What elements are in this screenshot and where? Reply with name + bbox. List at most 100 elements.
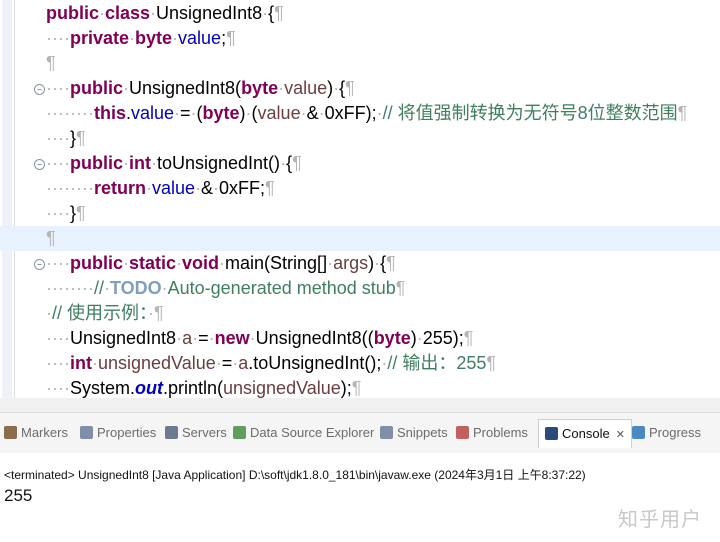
code-line[interactable]: ····public·UnsignedInt8(byte·value)·{¶ <box>46 76 720 101</box>
code-line[interactable]: ····public·static·void·main(String[]·arg… <box>46 251 720 276</box>
whitespace-marker: ¶ <box>274 3 284 23</box>
code-token: value <box>257 103 301 123</box>
code-token: return <box>93 178 146 198</box>
code-token: public <box>69 153 123 173</box>
tab-label: Servers <box>182 425 227 440</box>
code-token: = <box>221 353 233 373</box>
whitespace-marker: ¶ <box>486 353 497 373</box>
whitespace-marker: ¶ <box>395 278 406 298</box>
code-line[interactable]: ········return·value·&·0xFF;¶ <box>46 176 720 201</box>
code-token: value <box>151 178 195 198</box>
whitespace-marker: ···· <box>46 353 70 373</box>
whitespace-marker: ········ <box>46 103 94 123</box>
tab-label: Console <box>562 426 610 441</box>
whitespace-marker: ¶ <box>386 253 396 273</box>
console-icon <box>545 427 558 440</box>
code-token: class <box>105 3 151 23</box>
code-line[interactable]: ····UnsignedInt8·a·=·new·UnsignedInt8((b… <box>46 326 720 351</box>
code-line[interactable]: ¶ <box>0 226 720 251</box>
code-token: void <box>182 253 220 273</box>
snippets-icon <box>380 426 393 439</box>
code-token: 0xFF; <box>219 178 266 198</box>
tab-markers[interactable]: Markers <box>4 421 68 445</box>
whitespace-marker: ·¶ <box>148 303 164 323</box>
console-status: <terminated> UnsignedInt8 [Java Applicat… <box>4 468 586 482</box>
whitespace-marker: ¶ <box>76 128 86 148</box>
servers-icon <box>165 426 178 439</box>
panel-separator <box>0 398 720 412</box>
tab-label: Properties <box>97 425 157 440</box>
code-token: unsignedValue <box>97 353 216 373</box>
code-line[interactable]: ····System.out.println(unsignedValue);¶ <box>46 376 720 398</box>
whitespace-marker: ¶ <box>351 378 362 398</box>
code-token: static <box>128 253 177 273</box>
code-token: // 输出：255 <box>387 353 487 373</box>
tab-problems[interactable]: Problems <box>456 421 528 445</box>
code-token: a <box>182 328 193 348</box>
code-token: ); <box>340 378 352 398</box>
code-token: .toUnsignedInt(); <box>248 353 382 373</box>
whitespace-marker: ¶ <box>46 53 56 73</box>
code-line[interactable]: ····}¶ <box>46 201 720 226</box>
code-line[interactable]: ········this.value·=·(byte)·(value·&·0xF… <box>46 101 720 126</box>
code-token: // <box>93 278 104 298</box>
code-token: Auto-generated method stub <box>167 278 396 298</box>
code-token: public <box>69 78 123 98</box>
data-source-icon <box>233 426 246 439</box>
code-token: byte <box>373 328 411 348</box>
code-token: toUnsignedInt() <box>156 153 281 173</box>
editor-gutter <box>0 0 15 398</box>
close-icon[interactable]: ✕ <box>616 429 625 441</box>
tab-snippets[interactable]: Snippets <box>380 421 448 445</box>
code-line[interactable]: public·class·UnsignedInt8·{¶ <box>46 1 720 26</box>
code-token: & <box>201 178 214 198</box>
tab-label: Progress <box>649 425 702 440</box>
fold-toggle-icon[interactable]: − <box>34 159 45 170</box>
tab-progress[interactable]: Progress <box>632 421 701 445</box>
fold-toggle-icon[interactable]: − <box>34 259 45 270</box>
whitespace-marker: ···· <box>46 253 70 273</box>
code-token: 0xFF); <box>324 103 377 123</box>
markers-icon <box>4 426 17 439</box>
fold-toggle-icon[interactable]: − <box>34 84 45 95</box>
whitespace-marker: ···· <box>46 128 70 148</box>
tab-servers[interactable]: Servers <box>165 421 227 445</box>
console-view[interactable]: <terminated> UnsignedInt8 [Java Applicat… <box>0 453 720 542</box>
tab-console[interactable]: Console ✕ <box>538 419 632 448</box>
code-line[interactable]: ········//·TODO·Auto-generated method st… <box>46 276 720 301</box>
tab-label: Data Source Explorer <box>250 425 375 440</box>
code-token: byte <box>135 28 173 48</box>
watermark: 知乎用户 <box>618 509 702 531</box>
code-token: args <box>333 253 369 273</box>
code-token: this <box>93 103 126 123</box>
code-token: byte <box>241 78 279 98</box>
code-line[interactable]: ····public·int·toUnsignedInt()·{¶ <box>46 151 720 176</box>
code-line[interactable]: ¶ <box>46 51 720 76</box>
code-token: out <box>135 378 163 398</box>
tab-data-source-explorer[interactable]: Data Source Explorer <box>233 421 374 445</box>
whitespace-marker: ········ <box>46 278 94 298</box>
whitespace-marker: ···· <box>46 328 70 348</box>
code-token: TODO <box>109 278 162 298</box>
code-token: // 使用示例： <box>52 303 149 323</box>
code-token: 255); <box>422 328 464 348</box>
code-line[interactable]: ····private·byte·value;¶ <box>46 26 720 51</box>
code-token: public <box>69 253 123 273</box>
code-token: unsignedValue <box>223 378 341 398</box>
whitespace-marker: ···· <box>46 153 70 173</box>
whitespace-marker: ¶ <box>76 203 86 223</box>
code-line[interactable]: ·// 使用示例：·¶ <box>46 301 720 326</box>
tab-properties[interactable]: Properties <box>80 421 156 445</box>
code-token: private <box>69 28 130 48</box>
bottom-panel-tabs: Markers Properties Servers Data Source Expl… <box>0 412 720 454</box>
whitespace-marker: ¶ <box>265 178 275 198</box>
whitespace-marker: ¶ <box>226 28 236 48</box>
whitespace-marker: ¶ <box>46 228 56 248</box>
code-editor[interactable]: − − − public·class·UnsignedInt8·{¶ ····priv… <box>0 0 720 398</box>
whitespace-marker: ¶ <box>677 103 688 123</box>
code-token: new <box>214 328 250 348</box>
code-line[interactable]: ····}¶ <box>46 126 720 151</box>
code-line[interactable]: ····int·unsignedValue·=·a.toUnsignedInt(… <box>46 351 720 376</box>
code-token: System. <box>69 378 135 398</box>
properties-icon <box>80 426 93 439</box>
